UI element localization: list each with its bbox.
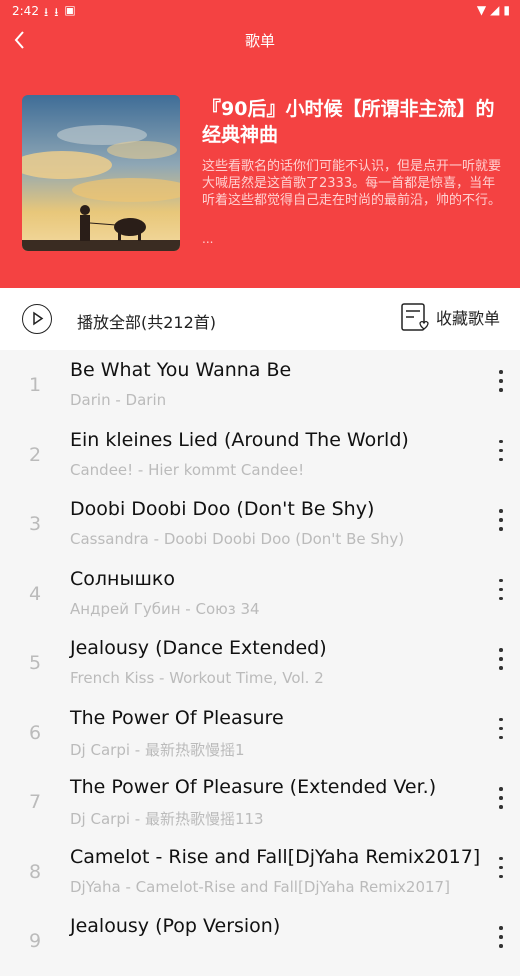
song-title: Doobi Doobi Doo (Don't Be Shy) bbox=[70, 498, 375, 520]
more-options-icon[interactable] bbox=[496, 717, 506, 746]
song-title: Camelot - Rise and Fall[DjYaha Remix2017… bbox=[70, 845, 481, 868]
song-artist-album: Dj Carpi - 最新热歌慢摇113 bbox=[70, 810, 264, 828]
song-row[interactable]: 6 The Power Of Pleasure Dj Carpi - 最新热歌慢… bbox=[0, 698, 520, 768]
playlist-cover-image[interactable] bbox=[22, 95, 180, 251]
song-title: Солнышко bbox=[70, 567, 175, 590]
song-title: The Power Of Pleasure bbox=[70, 706, 284, 729]
more-options-icon[interactable] bbox=[496, 787, 506, 815]
status-bar: 2:42 ⭳ ⭳ ▣ ▼ ◢ ▮ bbox=[0, 0, 520, 22]
song-row[interactable]: 7 The Power Of Pleasure (Extended Ver.) … bbox=[0, 767, 520, 837]
playlist-title: 『90后』小时候【所谓非主流】的经典神曲 bbox=[202, 98, 495, 146]
song-number: 7 bbox=[28, 791, 42, 813]
song-artist-album: Андрей Губин - Союз 34 bbox=[70, 599, 260, 618]
notification-icons: ⭳ ⭳ ▣ bbox=[44, 3, 76, 24]
song-title: Be What You Wanna Be bbox=[70, 359, 292, 381]
more-options-icon[interactable] bbox=[496, 856, 506, 885]
battery-icon: ▮ bbox=[503, 3, 510, 17]
more-options-icon[interactable] bbox=[496, 509, 506, 537]
song-number: 8 bbox=[28, 860, 42, 883]
song-number: 2 bbox=[28, 443, 42, 466]
status-time: 2:42 bbox=[12, 4, 39, 18]
song-row[interactable]: 4 Солнышко Андрей Губин - Союз 34 bbox=[0, 559, 520, 629]
song-artist-album: French Kiss - Workout Time, Vol. 2 bbox=[70, 669, 324, 687]
song-row[interactable]: 5 Jealousy (Dance Extended) French Kiss … bbox=[0, 628, 520, 698]
song-artist-album: Dj Carpi - 最新热歌慢摇1 bbox=[70, 740, 245, 759]
song-number: 1 bbox=[28, 374, 42, 396]
play-all-icon[interactable] bbox=[22, 304, 52, 334]
song-row[interactable]: 3 Doobi Doobi Doo (Don't Be Shy) Cassand… bbox=[0, 489, 520, 559]
action-bar: 播放全部(共212首) 收藏歌单 bbox=[0, 288, 520, 350]
song-row[interactable]: 1 Be What You Wanna Be Darin - Darin bbox=[0, 350, 520, 420]
page-title: 歌单 bbox=[244, 32, 275, 50]
collect-list-icon bbox=[401, 303, 429, 331]
song-list: 1 Be What You Wanna Be Darin - Darin 2 E… bbox=[0, 350, 520, 976]
play-all-button[interactable]: 播放全部(共212首) bbox=[77, 309, 216, 333]
description-ellipsis: ... bbox=[202, 232, 214, 246]
song-row[interactable]: 2 Ein kleines Lied (Around The World) Ca… bbox=[0, 420, 520, 490]
more-options-icon[interactable] bbox=[496, 439, 506, 468]
song-artist-album: Cassandra - Doobi Doobi Doo (Don't Be Sh… bbox=[70, 530, 405, 548]
song-artist-album: Candee! - Hier kommt Candee! bbox=[70, 460, 305, 479]
song-title: Jealousy (Dance Extended) bbox=[70, 637, 327, 659]
download-icon: ⭳ bbox=[44, 5, 49, 19]
song-artist-album: DjYaha - Camelot-Rise and Fall[DjYaha Re… bbox=[70, 877, 450, 896]
more-options-icon[interactable] bbox=[496, 648, 506, 676]
collect-playlist-label: 收藏歌单 bbox=[435, 309, 500, 328]
playlist-description[interactable]: 这些看歌名的话你们可能不认识，但是点开一听就要大喊居然是这首歌了2333。每一首… bbox=[202, 158, 502, 209]
song-title: Ein kleines Lied (Around The World) bbox=[70, 428, 409, 451]
song-number: 6 bbox=[28, 721, 42, 744]
more-options-icon[interactable] bbox=[496, 370, 506, 398]
download-icon: ⭳ bbox=[54, 5, 59, 19]
app-notification-icon: ▣ bbox=[64, 3, 76, 17]
song-number: 3 bbox=[28, 513, 42, 535]
more-options-icon[interactable] bbox=[496, 578, 506, 607]
system-icons: ▼ ◢ ▮ bbox=[477, 3, 510, 17]
song-artist-album: Darin - Darin bbox=[70, 391, 167, 409]
more-options-icon[interactable] bbox=[496, 926, 506, 954]
song-row[interactable]: 9 Jealousy (Pop Version) bbox=[0, 906, 520, 976]
song-title: Jealousy (Pop Version) bbox=[70, 915, 281, 937]
playlist-header: 2:42 ⭳ ⭳ ▣ ▼ ◢ ▮ 歌单 『90后』小时候【所谓非主流】的经典神曲… bbox=[0, 0, 520, 288]
song-number: 4 bbox=[28, 582, 42, 605]
song-number: 5 bbox=[28, 652, 42, 674]
song-title: The Power Of Pleasure (Extended Ver.) bbox=[70, 776, 437, 798]
collect-playlist-button[interactable]: 收藏歌单 bbox=[400, 302, 500, 332]
wifi-icon: ▼ bbox=[476, 3, 487, 17]
song-row[interactable]: 8 Camelot - Rise and Fall[DjYaha Remix20… bbox=[0, 837, 520, 907]
song-number: 9 bbox=[28, 930, 42, 952]
signal-icon: ◢ bbox=[490, 3, 500, 17]
